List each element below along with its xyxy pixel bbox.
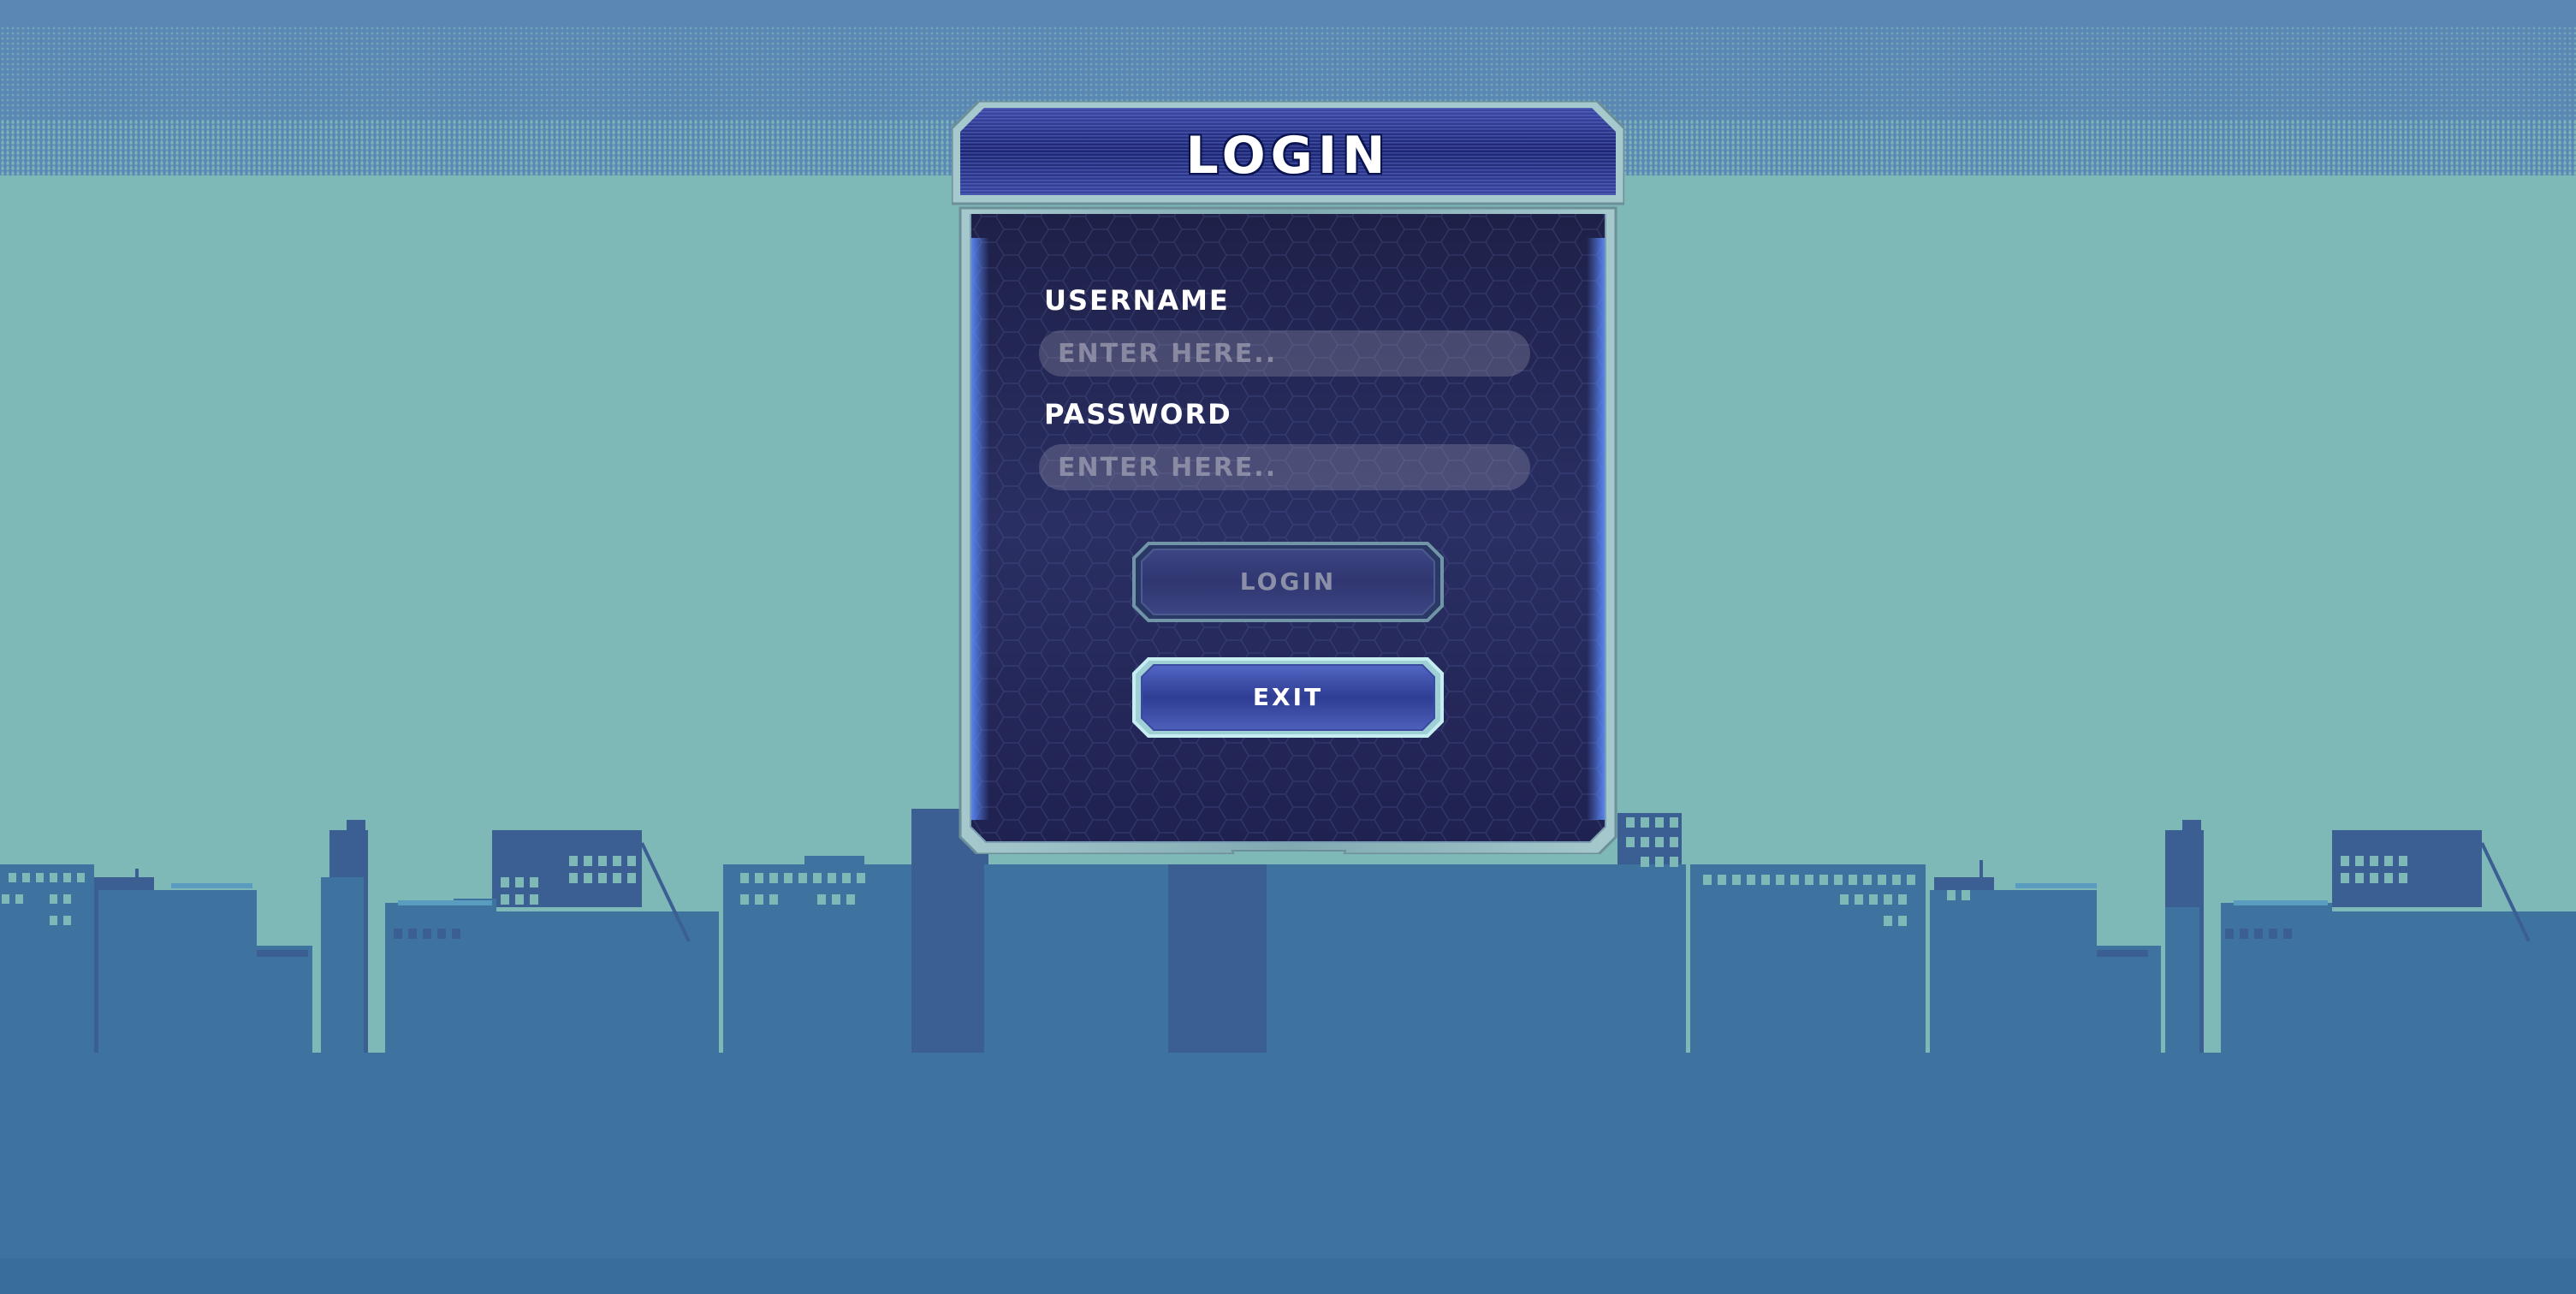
exit-button[interactable]: EXIT — [1131, 656, 1445, 739]
game-scene: LOGIN USERNAME PASSWORD LOGIN — [0, 0, 2576, 1294]
login-button-label: LOGIN — [1239, 567, 1337, 596]
password-field[interactable] — [1039, 444, 1530, 490]
login-panel: LOGIN USERNAME PASSWORD LOGIN — [952, 101, 1624, 854]
password-label: PASSWORD — [1044, 398, 1232, 430]
ground-strip — [0, 1258, 2576, 1294]
username-label: USERNAME — [1044, 284, 1230, 317]
exit-button-label: EXIT — [1252, 683, 1324, 711]
username-field[interactable] — [1039, 330, 1530, 377]
skyline-front-layer — [0, 856, 2576, 1294]
login-button[interactable]: LOGIN — [1131, 541, 1445, 623]
screen-title: LOGIN — [1185, 126, 1391, 186]
